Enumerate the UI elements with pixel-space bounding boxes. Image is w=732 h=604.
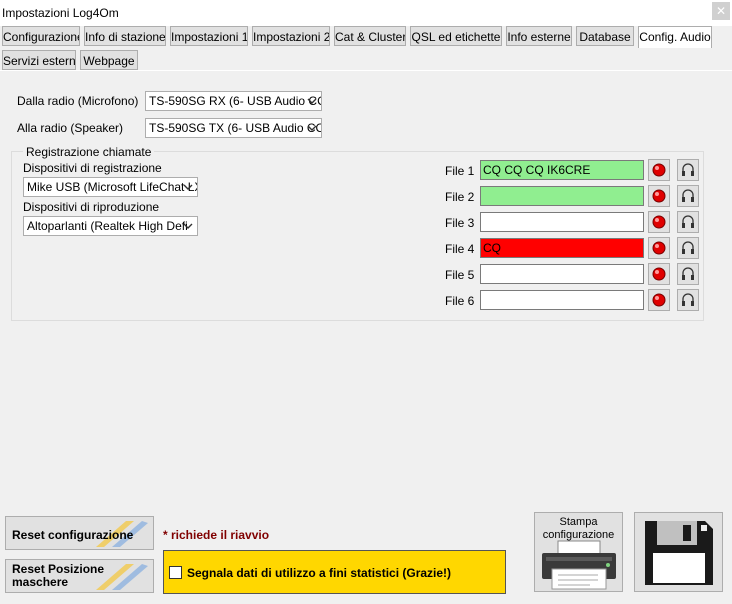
play-button[interactable]	[677, 185, 699, 207]
mic-label: Dalla radio (Microfono)	[17, 94, 139, 108]
file-4-input[interactable]: CQ	[480, 238, 644, 258]
chevron-down-icon	[183, 184, 193, 190]
headphones-icon	[682, 189, 694, 202]
record-button[interactable]	[648, 237, 670, 259]
record-icon	[652, 189, 666, 203]
file-2-input[interactable]	[480, 186, 644, 206]
record-icon	[652, 267, 666, 281]
play-device-select[interactable]: Altoparlanti (Realtek High Defi	[23, 216, 198, 236]
headphones-icon	[682, 293, 694, 306]
play-button[interactable]	[677, 211, 699, 233]
rec-device-select[interactable]: Mike USB (Microsoft LifeChat LX	[23, 177, 198, 197]
play-button[interactable]	[677, 237, 699, 259]
record-icon	[652, 163, 666, 177]
tab-qsl-etichette[interactable]: QSL ed etichette	[410, 26, 502, 46]
speaker-select[interactable]: TS-590SG TX (6- USB Audio CC	[145, 118, 322, 138]
tab-webpage[interactable]: Webpage	[80, 50, 138, 70]
file-3-input[interactable]	[480, 212, 644, 232]
tab-database[interactable]: Database	[576, 26, 634, 46]
floppy-disk-icon	[645, 521, 713, 585]
chevron-down-icon	[183, 223, 193, 229]
headphones-icon	[682, 241, 694, 254]
rec-device-value: Mike USB (Microsoft LifeChat LX	[27, 180, 198, 194]
play-button[interactable]	[677, 159, 699, 181]
stats-box: Segnala dati di utilizzo a fini statisti…	[163, 550, 506, 594]
file-1-input[interactable]: CQ CQ CQ IK6CRE	[480, 160, 644, 180]
mic-select-value: TS-590SG RX (6- USB Audio CC	[149, 94, 322, 108]
chevron-down-icon	[307, 125, 317, 131]
play-devices-label: Dispositivi di riproduzione	[23, 200, 160, 214]
reset-positions-label: Reset Posizione maschere	[12, 562, 105, 589]
file-5-label: File 5	[445, 268, 475, 282]
file-3-label: File 3	[445, 216, 475, 230]
speaker-label: Alla radio (Speaker)	[17, 121, 124, 135]
close-button[interactable]: ✕	[712, 2, 730, 20]
mic-select[interactable]: TS-590SG RX (6- USB Audio CC	[145, 91, 322, 111]
recording-group-title: Registrazione chiamate	[23, 145, 155, 159]
play-button[interactable]	[677, 289, 699, 311]
restart-note: * richiede il riavvio	[163, 528, 270, 542]
tab-servizi-esterni[interactable]: Servizi esterni	[2, 50, 76, 70]
stats-label: Segnala dati di utilizzo a fini statisti…	[187, 566, 452, 580]
reset-positions-button[interactable]: Reset Posizione maschere	[5, 559, 154, 593]
record-icon	[652, 215, 666, 229]
record-button[interactable]	[648, 289, 670, 311]
record-button[interactable]	[648, 185, 670, 207]
file-2-label: File 2	[445, 190, 475, 204]
record-button[interactable]	[648, 159, 670, 181]
file-6-label: File 6	[445, 294, 475, 308]
tab-info-esterne[interactable]: Info esterne	[506, 26, 572, 46]
reset-config-label: Reset configurazione	[12, 528, 134, 542]
window-title: Impostazioni Log4Om	[2, 6, 119, 20]
printer-icon	[542, 540, 616, 590]
file-1-label: File 1	[445, 164, 475, 178]
chevron-down-icon	[307, 98, 317, 104]
tab-cat-cluster[interactable]: Cat & Cluster	[334, 26, 406, 46]
tab-config-audio[interactable]: Config. Audio	[638, 26, 712, 48]
tab-impostazioni-1[interactable]: Impostazioni 1	[170, 26, 248, 46]
tab-info-stazione[interactable]: Info di stazione	[84, 26, 166, 46]
play-button[interactable]	[677, 263, 699, 285]
file-4-label: File 4	[445, 242, 475, 256]
tab-impostazioni-2[interactable]: Impostazioni 2	[252, 26, 330, 46]
headphones-icon	[682, 267, 694, 280]
save-button[interactable]	[634, 512, 723, 592]
record-icon	[652, 293, 666, 307]
file-6-input[interactable]	[480, 290, 644, 310]
file-5-input[interactable]	[480, 264, 644, 284]
record-button[interactable]	[648, 211, 670, 233]
speaker-select-value: TS-590SG TX (6- USB Audio CC	[149, 121, 322, 135]
reset-config-button[interactable]: Reset configurazione	[5, 516, 154, 550]
play-device-value: Altoparlanti (Realtek High Defi	[27, 219, 188, 233]
stats-checkbox[interactable]	[169, 566, 182, 579]
print-config-button[interactable]: Stampa configurazione	[534, 512, 623, 592]
headphones-icon	[682, 215, 694, 228]
record-icon	[652, 241, 666, 255]
rec-devices-label: Dispositivi di registrazione	[23, 161, 162, 175]
tab-configurazione[interactable]: Configurazione	[2, 26, 80, 46]
record-button[interactable]	[648, 263, 670, 285]
headphones-icon	[682, 163, 694, 176]
